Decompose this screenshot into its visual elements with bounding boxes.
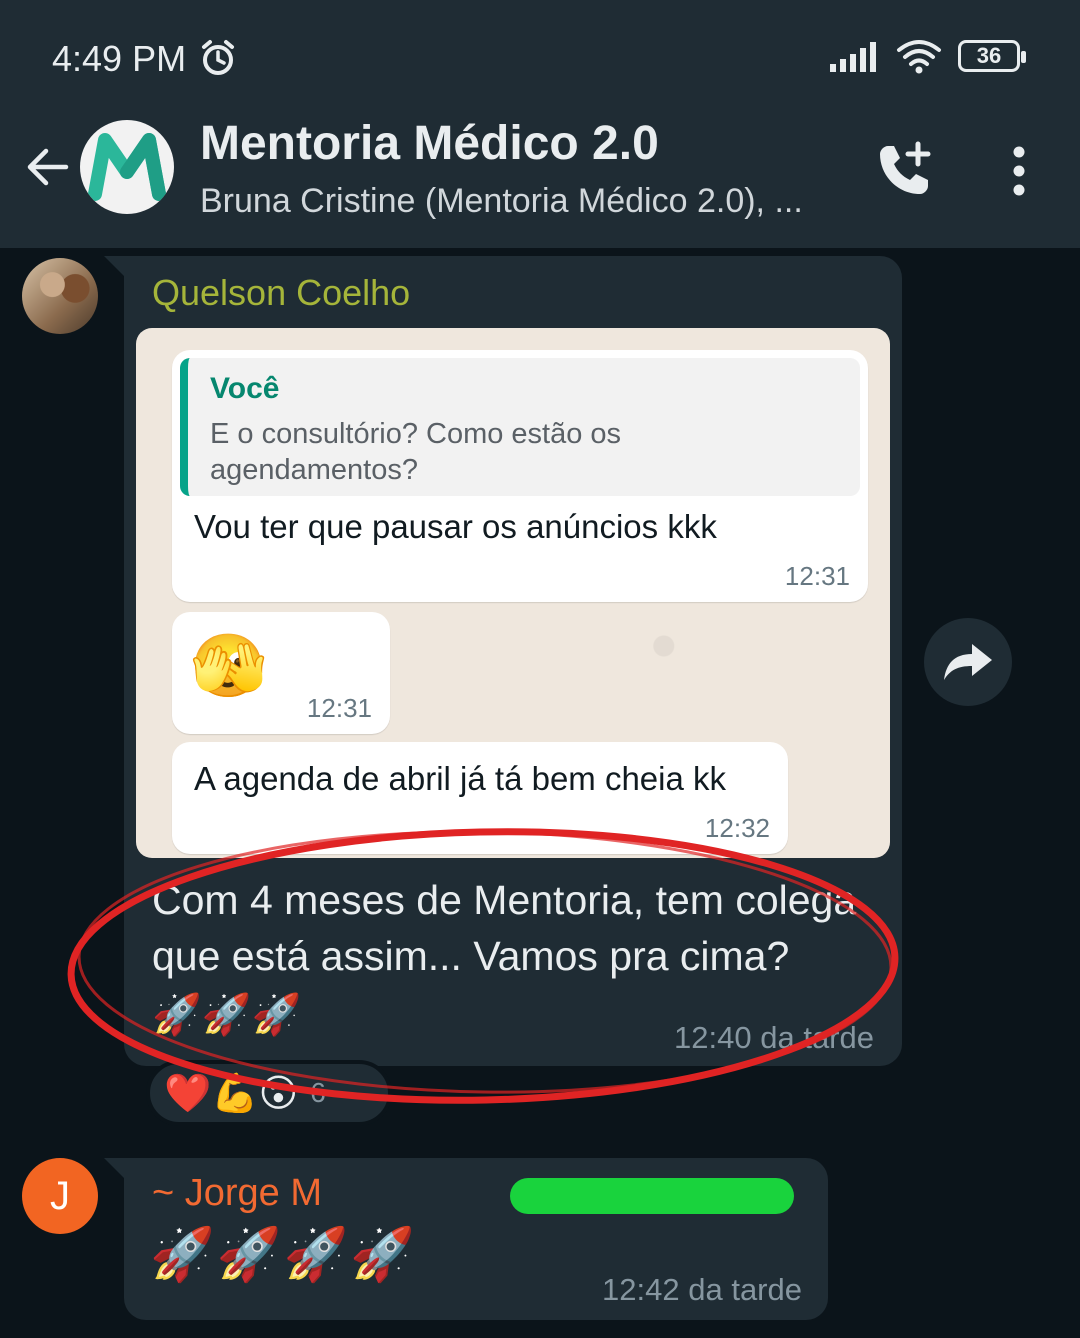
screenshot-emoji: 🫣	[190, 632, 268, 701]
screenshot-emoji-message: 🫣 12:31	[172, 612, 390, 734]
status-bar: 4:49 PM 36	[0, 0, 1080, 110]
chat-header: Mentoria Médico 2.0 Bruna Cristine (Ment…	[0, 110, 1080, 248]
reaction-emojis: ❤️💪😮	[164, 1072, 299, 1115]
group-logo	[88, 133, 166, 201]
shared-screenshot-image[interactable]: Você E o consultório? Como estão os agen…	[136, 328, 890, 858]
screenshot-reply-message: Você E o consultório? Como estão os agen…	[172, 350, 868, 602]
screenshot-message-text: Vou ter que pausar os anúncios kkk	[194, 508, 717, 545]
sender-name[interactable]: Quelson Coelho	[152, 272, 410, 314]
add-call-icon[interactable]	[874, 140, 934, 200]
screenshot-message-time: 12:31	[784, 561, 850, 591]
signal-icon	[830, 42, 876, 72]
sender-name[interactable]: ~ Jorge M	[152, 1172, 322, 1215]
rocket-emojis: 🚀🚀🚀	[152, 993, 302, 1038]
forward-icon	[944, 644, 992, 680]
bubble-tail	[104, 1158, 126, 1180]
reactions-pill[interactable]: ❤️💪😮 6	[146, 1060, 392, 1126]
bubble-tail	[104, 256, 126, 278]
quoted-sender: Você	[210, 372, 280, 405]
group-avatar[interactable]	[80, 120, 174, 214]
back-arrow-icon[interactable]	[22, 142, 72, 192]
screenshot-message-time: 12:31	[306, 693, 372, 723]
message-body: Com 4 meses de Mentoria, tem colega que …	[152, 877, 857, 979]
alarm-icon	[202, 40, 234, 75]
message-time: 12:42 da tarde	[602, 1272, 802, 1307]
screenshot-message-time: 12:32	[704, 813, 770, 843]
sender-avatar-j[interactable]: J	[22, 1158, 98, 1234]
chat-title[interactable]: Mentoria Médico 2.0	[200, 116, 659, 171]
quoted-message: Você E o consultório? Como estão os agen…	[180, 358, 860, 496]
chat-participants[interactable]: Bruna Cristine (Mentoria Médico 2.0), ..…	[200, 182, 803, 221]
battery-level: 36	[976, 43, 1002, 68]
battery-icon: 36	[958, 40, 1026, 72]
message-bubble[interactable]: Quelson Coelho Você E o consultório? Com…	[124, 256, 902, 1066]
screenshot-message-text: A agenda de abril já tá bem cheia kk	[194, 760, 727, 797]
screenshot-message: A agenda de abril já tá bem cheia kk 12:…	[172, 742, 788, 854]
quoted-text: E o consultório? Como estão os agendamen…	[210, 418, 622, 486]
forward-button[interactable]	[924, 618, 1012, 706]
sender-avatar[interactable]	[22, 258, 98, 334]
message-text: Com 4 meses de Mentoria, tem colega que …	[152, 872, 872, 1043]
reaction-count: 6	[310, 1077, 326, 1108]
message-bubble[interactable]: ~ Jorge M 🚀🚀🚀🚀 12:42 da tarde	[124, 1158, 828, 1320]
wifi-icon	[897, 40, 941, 74]
rocket-emojis: 🚀🚀🚀🚀	[150, 1226, 417, 1284]
more-vert-icon[interactable]	[1008, 146, 1030, 196]
redaction-mark	[510, 1178, 794, 1214]
message-time: 12:40 da tarde	[674, 1020, 874, 1055]
status-time: 4:49 PM	[52, 38, 187, 79]
